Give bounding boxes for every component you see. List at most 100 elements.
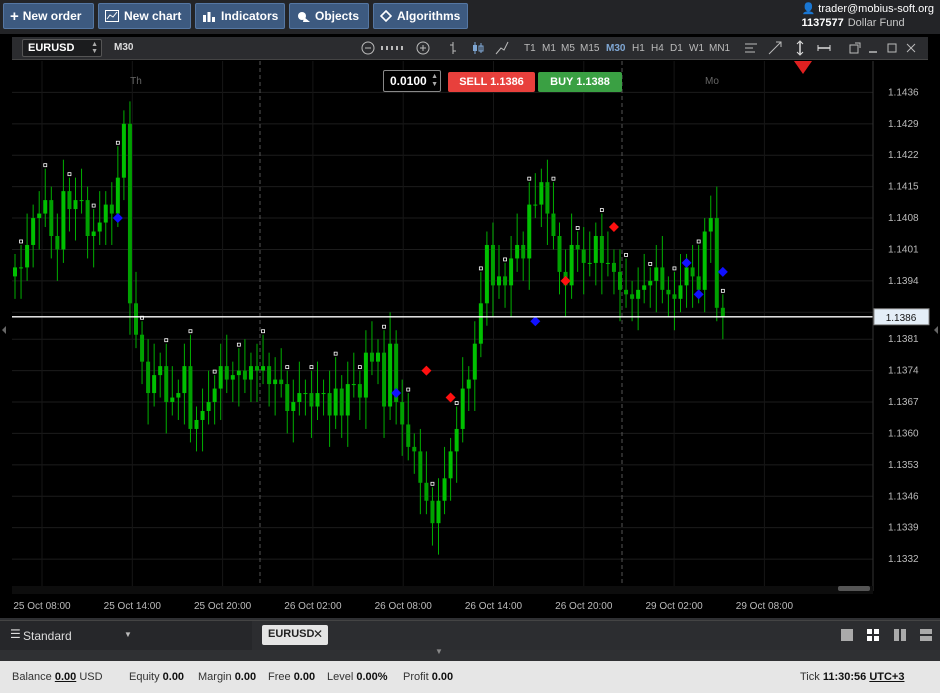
objects-button[interactable]: Objects (289, 3, 369, 29)
candle-body (478, 303, 483, 344)
candle-body (200, 411, 205, 420)
price-tick-label: 1.1367 (888, 397, 919, 408)
candle-body (248, 366, 253, 380)
equity-label: Equity (129, 671, 160, 683)
sell-button[interactable]: SELL 1.1386 (448, 72, 535, 92)
user-icon: 👤 (801, 3, 816, 15)
candle-body (146, 361, 151, 394)
indicators-button[interactable]: Indicators (195, 3, 285, 29)
candle-body (672, 294, 677, 299)
candle-body (170, 397, 175, 403)
candle-body (194, 419, 199, 429)
candle-body (430, 500, 435, 524)
new-order-label: New order (22, 9, 82, 23)
candle-body (678, 285, 683, 299)
candle-body (242, 370, 247, 380)
chart-tab-bar: ☰ Standard ▼ EURUSD ✕ ▼ (0, 620, 940, 656)
candle-body (164, 366, 169, 403)
candle-body (527, 204, 532, 259)
candle-body (339, 388, 344, 416)
layout-columns-icon[interactable] (894, 629, 906, 641)
candle-body (484, 244, 489, 304)
candle-body (521, 244, 526, 259)
layout-select[interactable]: ☰ Standard ▼ (0, 621, 252, 650)
timezone-select[interactable]: UTC+3 (869, 671, 904, 683)
chart-tab[interactable]: EURUSD ✕ (262, 625, 328, 645)
spinner-icon[interactable]: ▲ ▼ (431, 73, 438, 89)
collapse-arrow-icon[interactable]: ▼ (435, 647, 443, 656)
algorithms-button[interactable]: Algorithms (373, 3, 468, 29)
candle-body (509, 258, 514, 286)
lot-value: 0.0100 (390, 74, 427, 88)
price-tick-label: 1.1415 (888, 182, 919, 193)
candle-body (666, 289, 671, 295)
clock-time: 11:30:56 (822, 671, 867, 683)
candle-body (230, 375, 235, 380)
candle-body (25, 244, 30, 268)
candle-body (497, 276, 501, 286)
free-label: Free (268, 671, 291, 683)
candle-body (539, 182, 544, 205)
candle-body (297, 393, 302, 403)
new-chart-button[interactable]: New chart (98, 3, 191, 29)
candle-body (551, 213, 556, 236)
time-tick-label: 26 Oct 02:00 (284, 601, 342, 612)
new-order-button[interactable]: + New order (3, 3, 94, 29)
candle-body (642, 285, 647, 290)
objects-label: Objects (315, 9, 360, 23)
balance-value[interactable]: 0.00 (55, 671, 76, 683)
candle-body (43, 200, 48, 214)
horizontal-scrollbar (12, 586, 873, 594)
candle-body (182, 366, 187, 394)
candle-body (424, 482, 429, 501)
close-icon[interactable]: ✕ (313, 627, 323, 641)
status-bar: Balance 0.00 USD Equity 0.00 Margin 0.00… (0, 661, 940, 693)
candle-body (490, 244, 495, 286)
candle-body (557, 236, 562, 272)
margin-label: Margin (198, 671, 232, 683)
candle-body (714, 218, 719, 308)
equity-value: 0.00 (162, 671, 185, 683)
layout-grid-icon[interactable] (867, 629, 879, 641)
candle-body (569, 244, 574, 286)
price-tick-label: 1.1360 (888, 428, 919, 439)
balance-label: Balance (12, 671, 52, 683)
candle-body (236, 370, 241, 376)
price-tick-label: 1.1422 (888, 150, 919, 161)
candle-body (285, 384, 290, 411)
free-value: 0.00 (293, 671, 316, 683)
candle-body (605, 262, 610, 264)
candle-body (587, 262, 592, 264)
candle-body (224, 366, 229, 380)
account-info[interactable]: 👤 trader@mobius-soft.org 1137577 Dollar F… (802, 2, 934, 30)
layout-single-icon[interactable] (841, 629, 853, 641)
candle-body (388, 343, 393, 407)
candle-body (351, 384, 356, 386)
candle-body (376, 352, 380, 362)
price-tick-label: 1.1401 (888, 244, 919, 255)
candle-body (49, 200, 54, 236)
candle-body (696, 276, 701, 290)
candle-body (472, 343, 477, 380)
layout-rows-icon[interactable] (920, 629, 932, 641)
candle-body (400, 402, 405, 425)
buy-button[interactable]: BUY 1.1388 (538, 72, 622, 92)
time-tick-label: 26 Oct 14:00 (465, 601, 523, 612)
price-tick-label: 1.1339 (888, 523, 919, 534)
price-tick-label: 1.1394 (888, 276, 919, 287)
candle-body (660, 267, 665, 290)
candle-body (720, 307, 725, 317)
candle-body (599, 236, 604, 263)
candle-body (55, 236, 60, 250)
candle-body (97, 222, 102, 232)
candle-body (91, 231, 96, 236)
price-chart[interactable]: 1.1436 1.1429 1.1422 1.1415 1.1408 1.1401 1.13… (0, 34, 940, 618)
candle-body (624, 289, 629, 295)
day-label-th: Th (130, 76, 142, 87)
candle-body (418, 451, 423, 483)
candle-body (255, 366, 259, 371)
candle-body (630, 294, 635, 299)
candle-body (321, 393, 326, 395)
candle-body (261, 366, 266, 371)
lot-size-input[interactable]: 0.0100 ▲ ▼ (383, 70, 441, 92)
